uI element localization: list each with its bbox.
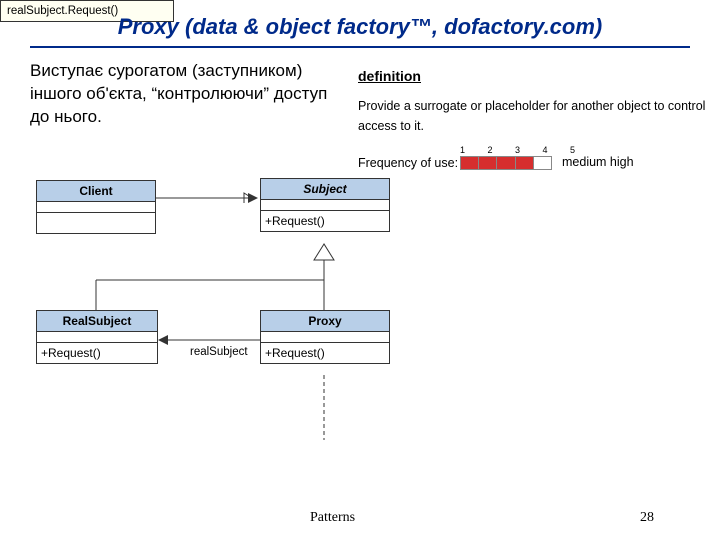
footer-page-number: 28 <box>640 510 654 526</box>
freq-seg-5 <box>534 157 551 169</box>
frequency-label: Frequency of use: <box>358 156 458 170</box>
frequency-text: medium high <box>562 155 634 169</box>
frequency-bar <box>460 156 552 170</box>
uml-subject-attrs <box>261 200 389 211</box>
uml-client-ops <box>37 213 155 233</box>
uml-client: Client <box>36 180 156 234</box>
uml-proxy: Proxy +Request() <box>260 310 390 364</box>
freq-seg-2 <box>479 157 497 169</box>
role-label: realSubject <box>190 346 248 358</box>
uml-proxy-op: +Request() <box>261 343 389 363</box>
slide-title: Proxy (data & object factory™, dofactory… <box>0 14 720 40</box>
frequency-scale: 1 2 3 4 5 <box>460 145 585 155</box>
uml-subject-op: +Request() <box>261 211 389 231</box>
uml-client-name: Client <box>37 181 155 202</box>
footer-center: Patterns <box>310 510 355 526</box>
uml-client-attrs <box>37 202 155 213</box>
uml-proxy-attrs <box>261 332 389 343</box>
freq-seg-3 <box>497 157 515 169</box>
uml-subject: Subject +Request() <box>260 178 390 232</box>
uml-realsubject-attrs <box>37 332 157 343</box>
title-underline <box>30 46 690 48</box>
definition-body: Provide a surrogate or placeholder for a… <box>358 96 718 136</box>
uml-proxy-name: Proxy <box>261 311 389 332</box>
slide: Proxy (data & object factory™, dofactory… <box>0 0 720 540</box>
description-text: Виступає сурогатом (заступником) іншого … <box>30 60 340 129</box>
uml-subject-name: Subject <box>261 179 389 200</box>
uml-realsubject-op: +Request() <box>37 343 157 363</box>
freq-seg-4 <box>516 157 534 169</box>
uml-realsubject-name: RealSubject <box>37 311 157 332</box>
uml-realsubject: RealSubject +Request() <box>36 310 158 364</box>
freq-seg-1 <box>461 157 479 169</box>
definition-heading: definition <box>358 68 421 84</box>
